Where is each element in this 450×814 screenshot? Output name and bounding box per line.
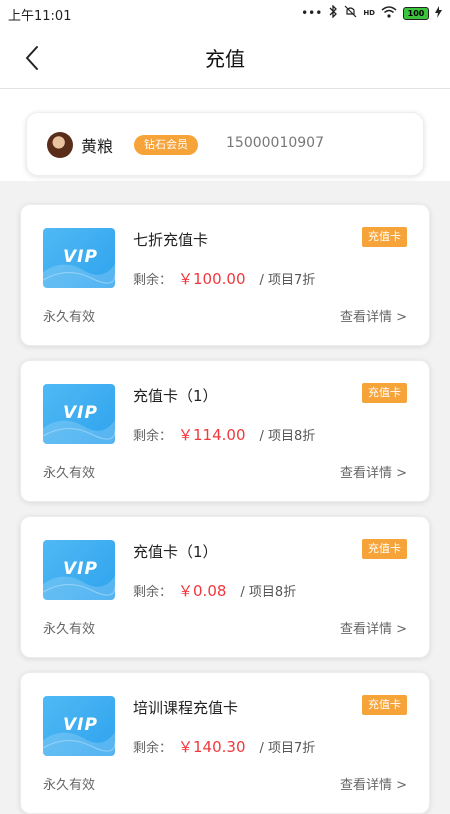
app-header: 充值	[0, 28, 450, 89]
card-balance-row: 剩余： ￥100.00 / 项目7折	[133, 268, 315, 289]
view-details-link[interactable]: 查看详情 >	[340, 306, 407, 325]
balance-label: 剩余：	[133, 429, 173, 444]
card-type-tag: 充值卡	[362, 227, 407, 247]
balance-value: ￥100.00	[178, 270, 246, 288]
vip-label: VIP	[63, 715, 98, 735]
vip-card-thumbnail: VIP	[43, 228, 115, 288]
balance-value: ￥0.08	[178, 582, 227, 600]
card-title: 七折充值卡	[133, 231, 209, 249]
balance-label: 剩余：	[133, 585, 173, 600]
card-balance-row: 剩余： ￥0.08 / 项目8折	[133, 580, 296, 601]
member-level-badge: 钻石会员	[134, 135, 198, 155]
member-phone: 15000010907	[226, 135, 324, 151]
mute-bell-icon	[344, 5, 357, 21]
validity-text: 永久有效	[43, 310, 96, 325]
hd-icon: HD	[363, 9, 375, 17]
member-section: 黄粮 钻石会员 15000010907	[0, 89, 450, 181]
status-bar: 上午11:01 ••• HD 100	[0, 0, 450, 28]
validity-text: 永久有效	[43, 622, 96, 637]
page-title: 充值	[205, 47, 245, 71]
vip-label: VIP	[63, 247, 98, 267]
recharge-card-item[interactable]: VIP 培训课程充值卡 充值卡 剩余： ￥140.30 / 项目7折 永久有效 …	[20, 672, 430, 814]
recharge-card-item[interactable]: VIP 七折充值卡 充值卡 剩余： ￥100.00 / 项目7折 永久有效 查看…	[20, 204, 430, 346]
card-type-tag: 充值卡	[362, 383, 407, 403]
member-card: 黄粮 钻石会员 15000010907	[26, 112, 424, 176]
discount-note: / 项目7折	[259, 741, 316, 756]
balance-value: ￥114.00	[178, 426, 246, 444]
discount-note: / 项目8折	[240, 585, 297, 600]
card-title: 充值卡（1）	[133, 387, 218, 405]
vip-card-thumbnail: VIP	[43, 384, 115, 444]
recharge-card-item[interactable]: VIP 充值卡（1） 充值卡 剩余： ￥114.00 / 项目8折 永久有效 查…	[20, 360, 430, 502]
member-name: 黄粮	[81, 137, 114, 156]
card-type-tag: 充值卡	[362, 539, 407, 559]
status-icons: ••• HD 100	[301, 4, 442, 21]
balance-value: ￥140.30	[178, 738, 246, 756]
card-type-tag: 充值卡	[362, 695, 407, 715]
view-details-link[interactable]: 查看详情 >	[340, 618, 407, 637]
wifi-icon	[381, 5, 397, 21]
balance-label: 剩余：	[133, 741, 173, 756]
bluetooth-icon	[328, 4, 338, 21]
discount-note: / 项目7折	[259, 273, 316, 288]
view-details-link[interactable]: 查看详情 >	[340, 774, 407, 793]
avatar	[47, 132, 73, 158]
card-balance-row: 剩余： ￥114.00 / 项目8折	[133, 424, 315, 445]
view-details-link[interactable]: 查看详情 >	[340, 462, 407, 481]
vip-label: VIP	[63, 403, 98, 423]
recharge-card-item[interactable]: VIP 充值卡（1） 充值卡 剩余： ￥0.08 / 项目8折 永久有效 查看详…	[20, 516, 430, 658]
vip-label: VIP	[63, 559, 98, 579]
status-time: 上午11:01	[8, 9, 72, 24]
card-balance-row: 剩余： ￥140.30 / 项目7折	[133, 736, 315, 757]
vip-card-thumbnail: VIP	[43, 540, 115, 600]
card-title: 培训课程充值卡	[133, 699, 239, 717]
card-title: 充值卡（1）	[133, 543, 218, 561]
discount-note: / 项目8折	[259, 429, 316, 444]
balance-label: 剩余：	[133, 273, 173, 288]
validity-text: 永久有效	[43, 466, 96, 481]
charging-icon	[435, 5, 442, 21]
validity-text: 永久有效	[43, 778, 96, 793]
vip-card-thumbnail: VIP	[43, 696, 115, 756]
notification-dots-icon: •••	[301, 6, 323, 20]
battery-icon: 100	[403, 6, 429, 20]
